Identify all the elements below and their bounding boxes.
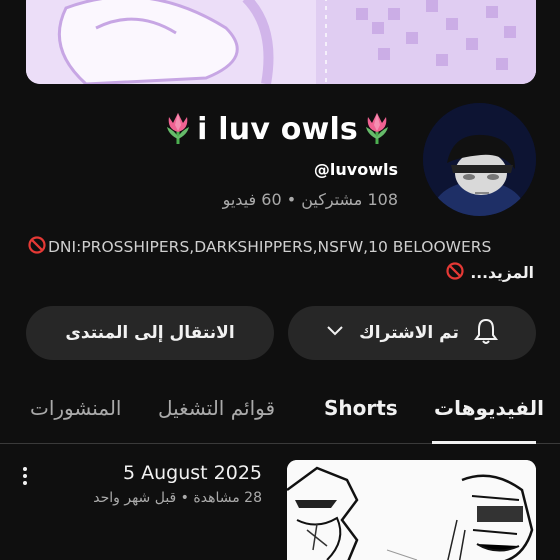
banner-artwork: [26, 0, 536, 84]
channel-title: i luv owls: [197, 111, 358, 147]
tulip-icon: [163, 109, 193, 149]
subscribed-button[interactable]: تم الاشتراك: [288, 306, 536, 360]
tab-shorts[interactable]: Shorts: [324, 396, 398, 420]
tab-playlists[interactable]: قوائم التشغيل: [158, 396, 275, 420]
bell-icon: [473, 317, 499, 350]
more-vertical-icon[interactable]: [14, 462, 36, 490]
active-tab-indicator: [432, 441, 536, 444]
channel-tabs: الفيديوهات Shorts قوائم التشغيل المنشورا…: [0, 376, 560, 444]
description-more-row[interactable]: المزيد...: [446, 262, 534, 284]
video-thumbnail[interactable]: [287, 460, 536, 560]
description-text: DNI:PROSSHIPERS,DARKSHIPPERS,NSFW,10 BEL…: [48, 238, 492, 256]
tulip-icon: [362, 109, 392, 149]
video-list-item[interactable]: 5 August 2025 28 مشاهدة • قبل شهر واحد: [0, 456, 560, 560]
channel-banner[interactable]: [26, 0, 536, 84]
chevron-down-icon: [325, 323, 345, 343]
no-entry-icon: [446, 262, 464, 284]
no-entry-icon: [28, 236, 46, 258]
channel-avatar[interactable]: [423, 103, 536, 216]
channel-description[interactable]: DNI:PROSSHIPERS,DARKSHIPPERS,NSFW,10 BEL…: [28, 236, 491, 258]
channel-name-row: i luv owls: [163, 108, 392, 150]
tab-posts[interactable]: المنشورات: [30, 396, 121, 420]
subscribed-label: تم الاشتراك: [359, 323, 459, 343]
channel-stats: 108 مشتركين • 60 فيديو: [222, 190, 398, 209]
description-more-link[interactable]: المزيد...: [470, 264, 534, 282]
community-label: الانتقال إلى المنتدى: [65, 323, 235, 343]
video-title[interactable]: 5 August 2025: [123, 462, 262, 484]
video-meta: 28 مشاهدة • قبل شهر واحد: [93, 490, 262, 506]
thumbnail-sketch: [287, 460, 536, 560]
tab-videos[interactable]: الفيديوهات: [434, 396, 544, 420]
go-to-community-button[interactable]: الانتقال إلى المنتدى: [26, 306, 274, 360]
channel-handle: @luvowls: [313, 160, 398, 179]
